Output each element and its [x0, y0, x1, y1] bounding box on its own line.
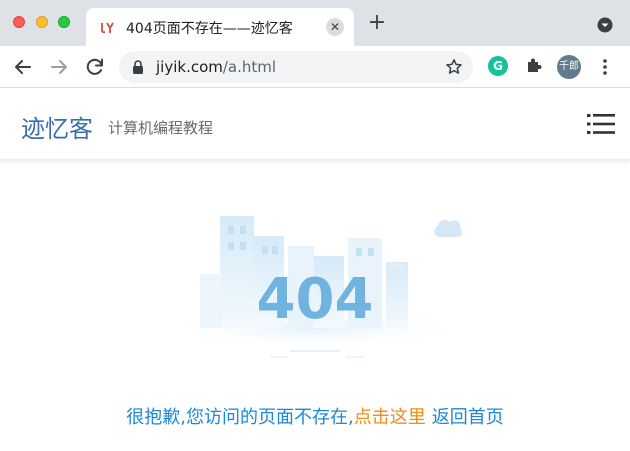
- browser-toolbar: jiyik.com/a.html G 千郎: [0, 46, 630, 88]
- window-close-button[interactable]: [13, 16, 25, 28]
- back-arrow-icon[interactable]: [11, 55, 35, 79]
- hamburger-menu-icon[interactable]: [587, 113, 615, 135]
- url-host: jiyik.com: [156, 58, 223, 76]
- tab-strip: 404页面不存在——迹忆客 ✕ +: [0, 0, 630, 46]
- lock-icon[interactable]: [131, 59, 145, 75]
- error-message: 很抱歉,您访问的页面不存在,点击这里 返回首页: [0, 403, 630, 429]
- tab-search-icon[interactable]: [597, 17, 613, 33]
- profile-avatar[interactable]: 千郎: [557, 55, 581, 79]
- site-logo-title[interactable]: 迹忆客: [21, 109, 93, 144]
- extensions-puzzle-icon[interactable]: [524, 56, 544, 76]
- site-header: 迹忆客 计算机编程教程: [0, 89, 630, 160]
- window-minimize-button[interactable]: [36, 16, 48, 28]
- error-code: 404: [257, 267, 374, 332]
- site-subtitle: 计算机编程教程: [108, 119, 214, 137]
- url-text[interactable]: jiyik.com/a.html: [156, 58, 276, 76]
- bookmark-star-icon[interactable]: [445, 58, 463, 76]
- 404-illustration: 404: [155, 216, 475, 358]
- tab-title: 404页面不存在——迹忆客: [126, 21, 293, 37]
- url-path: /a.html: [222, 58, 277, 76]
- error-message-text: 很抱歉,您访问的页面不存在,: [126, 407, 354, 428]
- site-favicon-icon: [101, 22, 114, 34]
- new-tab-button[interactable]: +: [366, 12, 388, 34]
- grammarly-extension-icon[interactable]: G: [488, 56, 508, 76]
- forward-arrow-icon[interactable]: [47, 55, 71, 79]
- click-here-link[interactable]: 点击这里: [354, 407, 426, 428]
- tab-close-icon[interactable]: ✕: [326, 18, 344, 36]
- address-bar[interactable]: jiyik.com/a.html: [119, 51, 473, 83]
- window-maximize-button[interactable]: [58, 16, 70, 28]
- browser-tab-active[interactable]: 404页面不存在——迹忆客 ✕: [86, 8, 354, 46]
- return-home-link[interactable]: 返回首页: [432, 407, 504, 428]
- more-menu-icon[interactable]: [596, 57, 614, 77]
- reload-icon[interactable]: [83, 55, 107, 79]
